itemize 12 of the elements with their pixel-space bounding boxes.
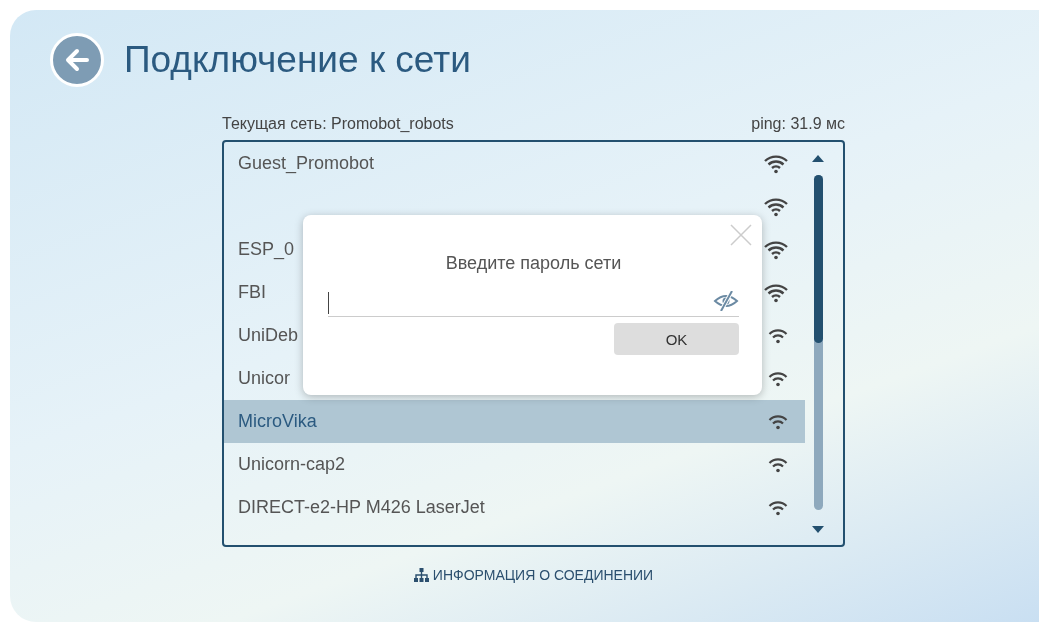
current-network-label: Текущая сеть: Promobot_robots: [222, 115, 454, 133]
page-title: Подключение к сети: [124, 39, 471, 81]
network-name: FBI: [238, 282, 266, 303]
network-name: ESP_0: [238, 239, 295, 260]
network-name: Guest_Promobot: [238, 153, 375, 174]
network-name: MicroVika: [238, 411, 317, 432]
network-name: UniDeb: [238, 325, 299, 346]
dialog-title: Введите пароль сети: [444, 253, 623, 274]
network-name: Unicor: [238, 368, 290, 389]
ping-label: ping: 31.9 мс: [751, 115, 845, 133]
network-name: Unicorn-cap2: [238, 454, 346, 475]
network-name: DIRECT-e2-HP M426 LaserJet: [238, 497, 485, 518]
